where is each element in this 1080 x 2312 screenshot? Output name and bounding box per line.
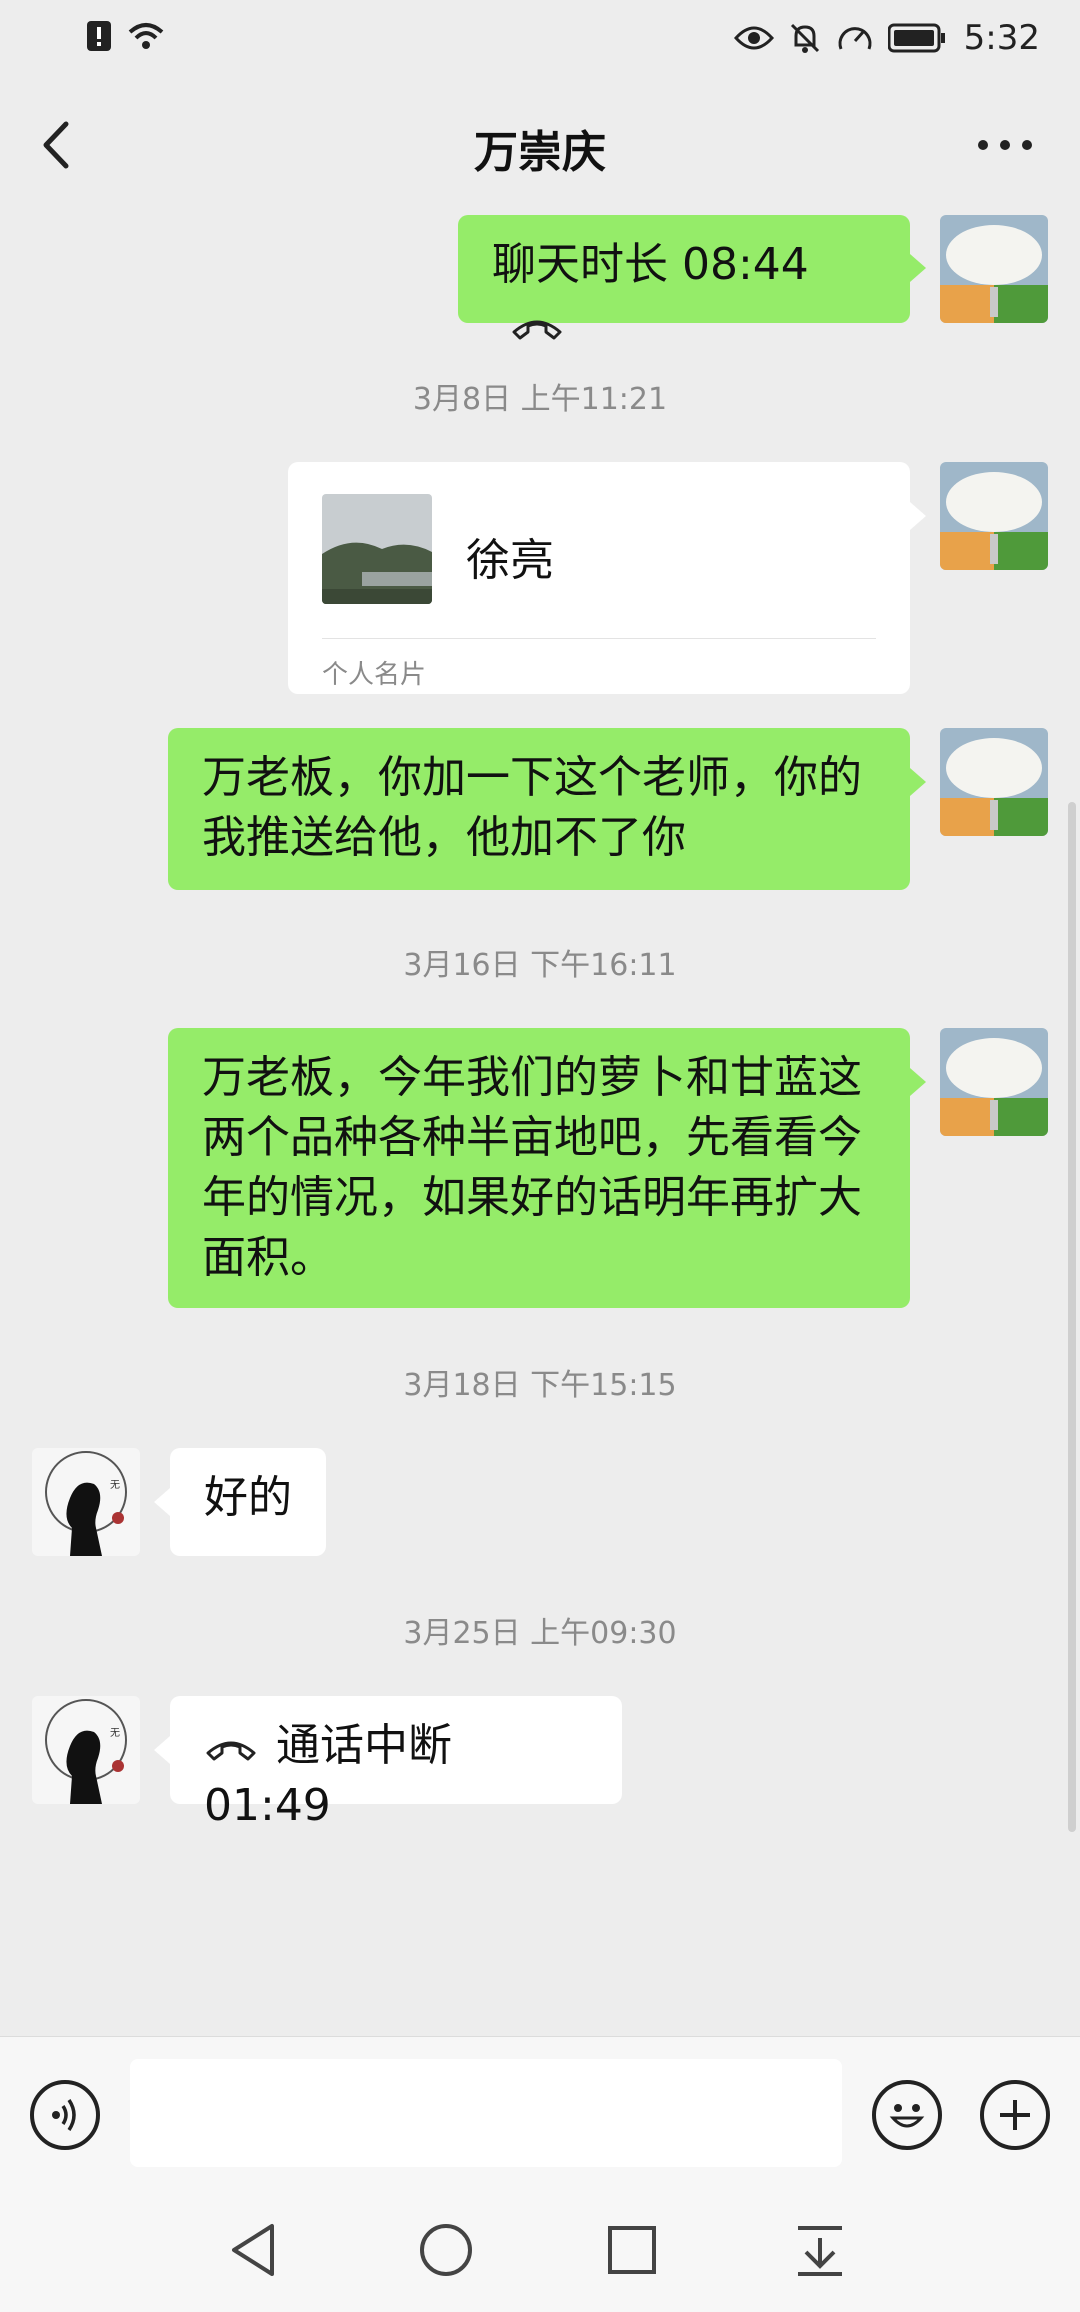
status-time: 5:32	[963, 18, 1040, 58]
bell-muted-icon	[788, 21, 822, 55]
contact-card[interactable]: 徐亮 个人名片	[288, 462, 910, 694]
timestamp: 3月25日 上午09:30	[403, 1616, 677, 1651]
eye-icon	[733, 24, 774, 52]
status-bar: 5:32	[0, 0, 1080, 80]
scrollbar[interactable]	[1068, 802, 1076, 1832]
nav-home-button[interactable]	[416, 2220, 476, 2284]
divider	[322, 638, 876, 639]
input-bar	[0, 2036, 1080, 2193]
message-line: 好的	[204, 1472, 292, 1523]
message-line: 两个品种各种半亩地吧，先看看今	[202, 1112, 862, 1163]
message-line: 年的情况，如果好的话明年再扩大	[202, 1172, 862, 1223]
more-button[interactable]	[970, 120, 1040, 170]
avatar-self[interactable]	[940, 462, 1048, 570]
nav-notification-button[interactable]	[792, 2220, 848, 2284]
chat-message-list[interactable]: 聊天时长 08:44 3月8日 上午11:21 徐亮 个人名片 万老板，你加一下…	[0, 210, 1080, 2036]
avatar-contact[interactable]: 无	[32, 1696, 140, 1804]
message-line: 我推送给他，他加不了你	[202, 812, 686, 863]
message-bubble-call-interrupted[interactable]: 通话中断 01:49	[170, 1696, 622, 1831]
system-nav-bar	[0, 2192, 1080, 2312]
speedometer-icon	[836, 21, 874, 55]
phone-hangup-icon	[206, 1741, 256, 1761]
nav-recents-icon	[608, 2226, 656, 2274]
contact-photo	[322, 494, 432, 604]
avatar-self[interactable]	[940, 728, 1048, 836]
alert-icon	[86, 20, 112, 52]
timestamp: 3月18日 下午15:15	[403, 1368, 677, 1403]
plus-icon	[1000, 2100, 1030, 2130]
wifi-icon	[126, 20, 166, 52]
chat-header: 万崇庆	[0, 80, 1080, 210]
message-text: 聊天时长 08:44	[492, 239, 809, 290]
nav-recents-button[interactable]	[604, 2220, 660, 2284]
timestamp: 3月16日 下午16:11	[403, 948, 677, 983]
battery-icon	[887, 23, 946, 53]
voice-icon	[52, 2099, 76, 2131]
more-dots-icon	[978, 140, 1032, 150]
message-bubble-text[interactable]: 万老板，今年我们的萝卜和甘蓝这 两个品种各种半亩地吧，先看看今 年的情况，如果好…	[168, 1028, 910, 1308]
phone-hangup-icon	[512, 320, 562, 340]
avatar-self[interactable]	[940, 1028, 1048, 1136]
message-bubble-call-ended[interactable]: 聊天时长 08:44	[458, 215, 910, 340]
avatar-self[interactable]	[940, 215, 1048, 323]
nav-notification-icon	[798, 2226, 842, 2276]
voice-button[interactable]	[30, 2080, 100, 2150]
contact-name: 徐亮	[466, 535, 554, 586]
message-bubble-text[interactable]: 万老板，你加一下这个老师，你的 我推送给他，他加不了你	[168, 728, 910, 890]
message-input[interactable]	[130, 2059, 842, 2167]
avatar-contact[interactable]: 无	[32, 1448, 140, 1556]
plus-button[interactable]	[980, 2080, 1050, 2150]
page-title: 万崇庆	[474, 127, 606, 178]
nav-back-button[interactable]	[226, 2220, 280, 2284]
message-line: 万老板，你加一下这个老师，你的	[202, 752, 862, 803]
svg-text:无: 无	[110, 1728, 120, 1739]
message-line: 面积。	[202, 1232, 334, 1283]
message-line: 万老板，今年我们的萝卜和甘蓝这	[202, 1052, 862, 1103]
contact-card-label: 个人名片	[322, 660, 427, 690]
emoji-button[interactable]	[872, 2080, 942, 2150]
message-bubble-text[interactable]: 好的	[170, 1448, 326, 1556]
nav-home-icon	[420, 2224, 472, 2276]
timestamp: 3月8日 上午11:21	[412, 382, 668, 417]
svg-text:无: 无	[110, 1480, 120, 1491]
emoji-icon	[889, 2104, 925, 2128]
nav-back-icon	[232, 2224, 274, 2276]
